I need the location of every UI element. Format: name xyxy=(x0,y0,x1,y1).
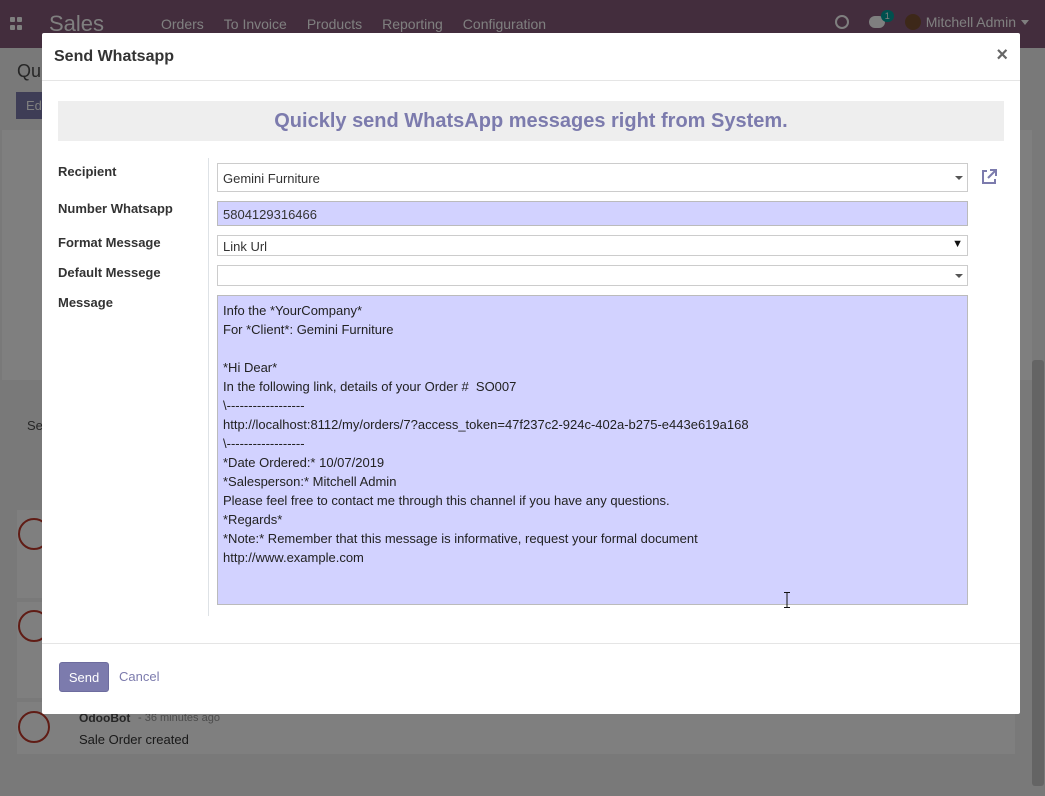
message-line: *Date Ordered:* 10/07/2019 xyxy=(223,455,385,470)
message-label: Message xyxy=(58,295,113,310)
message-line xyxy=(223,339,962,358)
message-line: Info the *YourCompany* xyxy=(223,303,363,318)
message-line: *Regards* xyxy=(223,512,283,527)
dialog-header: Send Whatsapp × xyxy=(42,33,1020,81)
chevron-down-icon[interactable] xyxy=(955,176,963,180)
format-message-select[interactable]: Link Url ▼ xyxy=(217,235,968,256)
info-banner: Quickly send WhatsApp messages right fro… xyxy=(58,101,1004,141)
format-label: Format Message xyxy=(58,235,161,250)
message-line: *Note:* Remember that this message is in… xyxy=(223,531,698,546)
message-line: *Salesperson:* Mitchell Admin xyxy=(223,474,397,489)
divider xyxy=(208,158,209,616)
recipient-value: Gemini Furniture xyxy=(223,171,320,186)
message-line: http://www.example.com xyxy=(223,550,364,565)
dialog-title: Send Whatsapp xyxy=(54,48,175,65)
text-cursor-icon xyxy=(784,592,790,608)
message-line: Please feel free to contact me through t… xyxy=(223,493,670,508)
format-value: Link Url xyxy=(223,239,268,254)
message-line: \------------------ xyxy=(223,398,305,413)
message-line: http://localhost:8112/my/orders/7?access… xyxy=(223,417,749,432)
message-line: For *Client*: Gemini Furniture xyxy=(223,322,394,337)
dialog-footer: Send Cancel xyxy=(42,643,1020,714)
cancel-button[interactable]: Cancel xyxy=(119,669,159,684)
chevron-down-icon[interactable] xyxy=(955,274,963,278)
close-icon[interactable]: × xyxy=(996,44,1008,67)
select-arrow-icon: ▼ xyxy=(952,238,963,250)
recipient-label: Recipient xyxy=(58,164,117,179)
recipient-field[interactable]: Gemini Furniture xyxy=(217,163,968,192)
message-line: In the following link, details of your O… xyxy=(223,379,517,394)
number-label: Number Whatsapp xyxy=(58,201,173,216)
message-textarea[interactable]: Info the *YourCompany* For *Client*: Gem… xyxy=(217,295,968,605)
external-link-icon[interactable] xyxy=(980,168,998,186)
whatsapp-number-input[interactable]: 5804129316466 xyxy=(217,201,968,226)
send-whatsapp-dialog: Send Whatsapp × Quickly send WhatsApp me… xyxy=(42,33,1020,714)
default-message-label: Default Messege xyxy=(58,265,161,280)
default-message-select[interactable] xyxy=(217,265,968,286)
send-button[interactable]: Send xyxy=(59,662,109,692)
message-line: *Hi Dear* xyxy=(223,360,278,375)
message-line: \------------------ xyxy=(223,436,305,451)
